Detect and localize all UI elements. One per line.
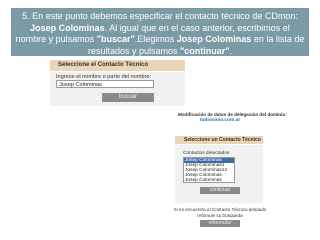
results-panel-body: Contactos detectados Josep Colominas Jose… [175,145,263,203]
results-panel: Modificación de datos de delegación del … [165,112,287,227]
banner-quoted-buscar: "buscar" [96,34,135,44]
results-title: Modificación de datos de delegación del … [178,112,287,117]
search-panel-body: Ingrese el nombre o parte del nombre: Jo… [50,72,185,106]
banner-bold-name-2: Josep Colominas [176,34,252,44]
banner-text-3: .Elegimos [134,34,177,44]
banner-quoted-continuar: "continuar" [179,45,230,56]
buscar-button[interactable]: buscar [102,93,154,102]
reformulate-note: Si no encuentra el Contacto Técnico dese… [173,207,267,218]
search-input[interactable]: Josep Colominas [56,80,154,88]
contacts-label: Contactos detectados [183,151,230,156]
instruction-banner: 5. En este punto debemos especificar el … [11,8,309,56]
results-panel-header: Seleccione un Contacto Técnico [175,136,263,144]
domain-link[interactable]: tudominio.com.ar [165,118,275,123]
search-contact-panel: Seleccione el Contacto Técnico Ingrese e… [50,60,185,106]
reformular-button[interactable]: reformular [200,220,240,227]
banner-bold-name-1: Josep Colominas [30,22,105,33]
banner-text-5: . [229,45,233,56]
banner-text-1: 5. En este punto debemos especificar el … [22,11,298,21]
continuar-button[interactable]: continuar [200,187,240,194]
contact-option[interactable]: Josep Colominas [184,178,234,182]
search-panel-header: Seleccione el Contacto Técnico [50,60,185,71]
contacts-list[interactable]: Josep Colominas Josep Colominas1 Josep Col… [183,157,235,183]
